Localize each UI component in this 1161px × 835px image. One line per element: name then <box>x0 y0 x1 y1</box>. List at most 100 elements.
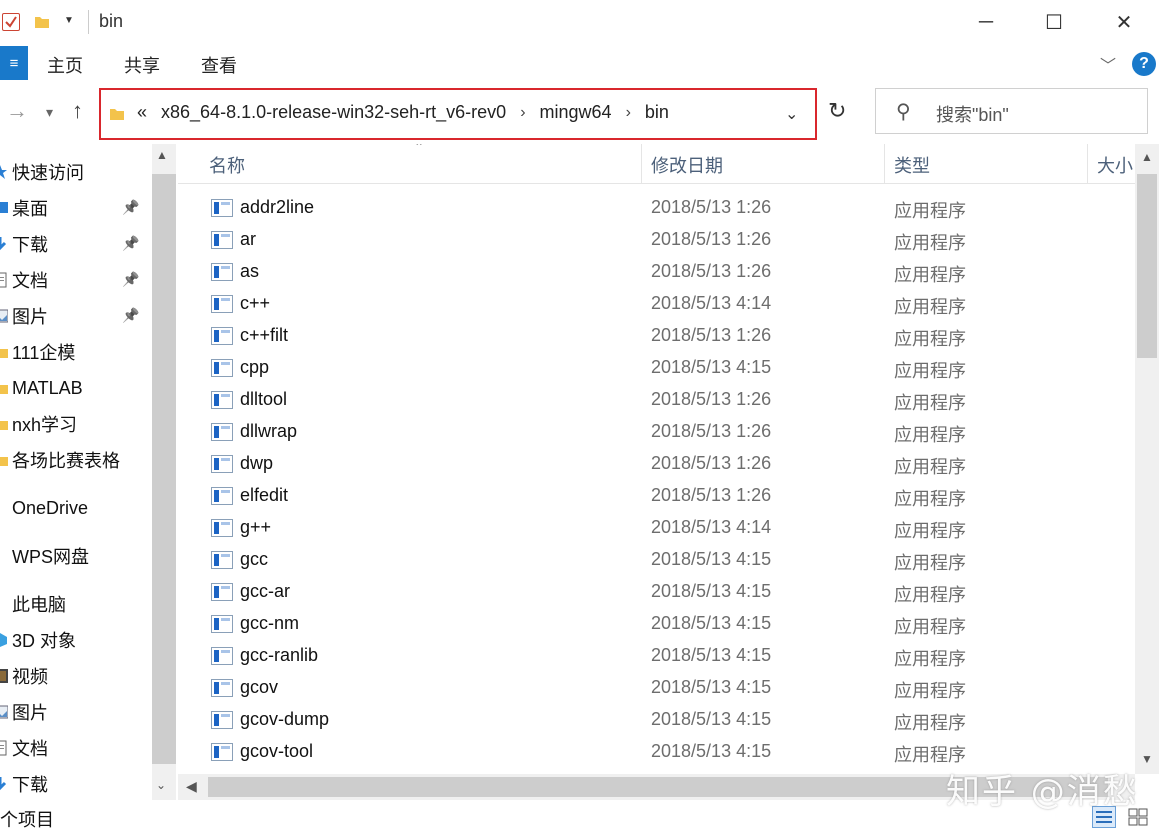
sidebar-item[interactable]: 此电脑 <box>0 587 142 621</box>
column-divider[interactable] <box>884 144 885 184</box>
properties-icon[interactable] <box>2 13 20 31</box>
table-row[interactable]: addr2line 2018/5/13 1:26 应用程序 <box>178 193 1135 225</box>
table-row[interactable]: c++ 2018/5/13 4:14 应用程序 <box>178 289 1135 321</box>
file-type: 应用程序 <box>894 489 966 509</box>
sidebar-item[interactable]: 111企模 <box>0 335 142 369</box>
scroll-left-icon[interactable]: ◀ <box>186 778 197 795</box>
table-row[interactable]: gcc-ar 2018/5/13 4:15 应用程序 <box>178 577 1135 609</box>
application-icon <box>211 359 233 377</box>
document-icon <box>0 740 8 756</box>
sidebar-item[interactable]: 图片 <box>0 695 142 729</box>
table-row[interactable]: dllwrap 2018/5/13 1:26 应用程序 <box>178 417 1135 449</box>
sidebar-item[interactable]: 下载 <box>0 767 142 800</box>
tab-home[interactable]: 主页 <box>47 52 83 78</box>
sidebar-item[interactable]: 3D 对象 <box>0 623 142 657</box>
table-row[interactable]: as 2018/5/13 1:26 应用程序 <box>178 257 1135 289</box>
search-input[interactable]: ⚲ 搜索"bin" <box>875 88 1148 134</box>
chevron-right-icon[interactable]: › <box>520 104 525 122</box>
sort-ascending-icon: ⌃ <box>414 144 425 154</box>
column-header-date[interactable]: 修改日期 <box>651 152 723 178</box>
sidebar-item[interactable]: 快速访问 <box>0 155 142 189</box>
file-type: 应用程序 <box>894 393 966 413</box>
breadcrumb-item[interactable]: x86_64-8.1.0-release-win32-seh-rt_v6-rev… <box>161 102 506 123</box>
sidebar-item[interactable]: 桌面 📌 <box>0 191 142 225</box>
tab-share[interactable]: 共享 <box>124 52 160 78</box>
up-arrow-icon[interactable]: ↑ <box>72 98 83 124</box>
file-type: 应用程序 <box>894 297 966 317</box>
table-row[interactable]: cpp 2018/5/13 4:15 应用程序 <box>178 353 1135 385</box>
new-folder-icon[interactable] <box>34 14 50 30</box>
table-row[interactable]: elfedit 2018/5/13 1:26 应用程序 <box>178 481 1135 513</box>
application-icon <box>211 647 233 665</box>
sidebar-item[interactable]: MATLAB <box>0 371 142 405</box>
sidebar-item[interactable]: WPS网盘 <box>0 539 142 573</box>
close-button[interactable]: ✕ <box>1093 0 1155 44</box>
tab-view[interactable]: 查看 <box>201 52 237 78</box>
file-name: dwp <box>240 453 274 473</box>
file-list-scrollbar[interactable]: ▲ ▼ <box>1135 144 1159 774</box>
address-bar[interactable]: « x86_64-8.1.0-release-win32-seh-rt_v6-r… <box>99 88 817 140</box>
breadcrumb-item[interactable]: mingw64 <box>540 102 612 123</box>
table-row[interactable]: gcc-ranlib 2018/5/13 4:15 应用程序 <box>178 641 1135 673</box>
chevron-down-icon[interactable]: ⌄ <box>785 104 798 124</box>
refresh-icon[interactable]: ↻ <box>828 98 846 124</box>
table-row[interactable]: c++filt 2018/5/13 1:26 应用程序 <box>178 321 1135 353</box>
pin-icon[interactable]: 📌 <box>122 199 139 216</box>
sidebar-item-label: 桌面 <box>12 199 48 219</box>
pin-icon[interactable]: 📌 <box>122 271 139 288</box>
sidebar-item-label: 视频 <box>12 667 48 687</box>
breadcrumb-item[interactable]: bin <box>645 102 669 123</box>
computer-icon <box>0 596 8 612</box>
help-icon[interactable]: ? <box>1132 52 1156 76</box>
table-row[interactable]: ar 2018/5/13 1:26 应用程序 <box>178 225 1135 257</box>
scroll-up-icon[interactable]: ▲ <box>1141 150 1153 164</box>
sidebar-item[interactable]: OneDrive <box>0 491 142 525</box>
column-divider[interactable] <box>1087 144 1088 184</box>
application-icon <box>211 551 233 569</box>
table-row[interactable]: gcov-dump 2018/5/13 4:15 应用程序 <box>178 705 1135 737</box>
sidebar-item-label: WPS网盘 <box>12 547 90 567</box>
sidebar-item[interactable]: 文档 <box>0 731 142 765</box>
table-row[interactable]: gcc-nm 2018/5/13 4:15 应用程序 <box>178 609 1135 641</box>
file-date: 2018/5/13 1:26 <box>651 485 772 505</box>
sidebar-item[interactable]: 图片 📌 <box>0 299 142 333</box>
application-icon <box>211 199 233 217</box>
sidebar-item[interactable]: 文档 📌 <box>0 263 142 297</box>
folder-icon <box>0 344 8 360</box>
chevron-right-icon[interactable]: › <box>626 104 631 122</box>
pin-icon[interactable]: 📌 <box>122 235 139 252</box>
sidebar-item-label: 下载 <box>12 775 48 795</box>
scroll-up-icon[interactable]: ▲ <box>156 148 168 162</box>
sidebar-item[interactable]: 视频 <box>0 659 142 693</box>
table-row[interactable]: dwp 2018/5/13 1:26 应用程序 <box>178 449 1135 481</box>
application-icon <box>211 711 233 729</box>
back-arrow-icon[interactable]: → <box>6 98 28 124</box>
breadcrumb-overflow[interactable]: « <box>137 102 147 123</box>
column-header-size[interactable]: 大小 <box>1097 152 1133 178</box>
file-name: elfedit <box>240 485 289 505</box>
maximize-button[interactable]: ☐ <box>1023 0 1085 44</box>
sidebar-item[interactable]: 下载 📌 <box>0 227 142 261</box>
scroll-down-icon[interactable]: ⌄ <box>156 778 166 792</box>
scroll-down-icon[interactable]: ▼ <box>1141 752 1153 766</box>
file-type: 应用程序 <box>894 201 966 221</box>
minimize-button[interactable]: ─ <box>955 0 1017 44</box>
nav-pane-scrollbar[interactable]: ▲ ⌄ <box>152 144 176 800</box>
quick-access-dropdown-icon[interactable]: ▼ <box>64 15 74 26</box>
scrollbar-thumb[interactable] <box>1137 174 1157 358</box>
folder-icon <box>0 380 8 396</box>
table-row[interactable]: gcc 2018/5/13 4:15 应用程序 <box>178 545 1135 577</box>
recent-locations-icon[interactable]: ▾ <box>46 104 53 121</box>
expand-ribbon-icon[interactable]: ﹀ <box>1100 52 1116 76</box>
sidebar-item[interactable]: 各场比赛表格 <box>0 443 142 477</box>
sidebar-item[interactable]: nxh学习 <box>0 407 142 441</box>
column-header-name[interactable]: 名称 <box>209 152 245 178</box>
table-row[interactable]: dlltool 2018/5/13 1:26 应用程序 <box>178 385 1135 417</box>
file-tab[interactable]: ≡ <box>0 46 28 80</box>
column-header-type[interactable]: 类型 <box>894 152 930 178</box>
table-row[interactable]: g++ 2018/5/13 4:14 应用程序 <box>178 513 1135 545</box>
column-divider[interactable] <box>641 144 642 184</box>
pin-icon[interactable]: 📌 <box>122 307 139 324</box>
scrollbar-thumb[interactable] <box>152 174 176 764</box>
table-row[interactable]: gcov 2018/5/13 4:15 应用程序 <box>178 673 1135 705</box>
